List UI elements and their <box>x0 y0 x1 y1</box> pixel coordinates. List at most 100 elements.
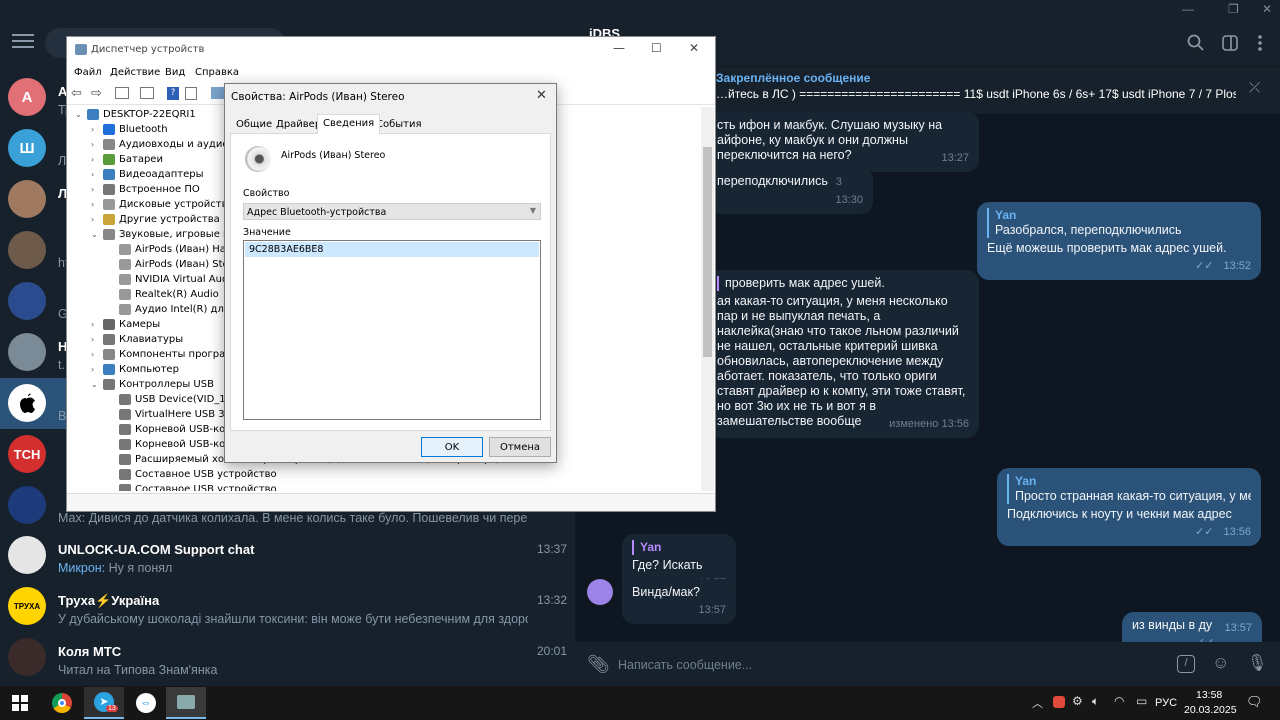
scrollbar-thumb[interactable] <box>703 147 712 357</box>
device-manager-app[interactable] <box>166 687 206 719</box>
expand-chevron-icon[interactable]: › <box>91 155 103 164</box>
message-bubble[interactable]: сть ифон и макбук. Слушаю музыку на айфо… <box>707 112 979 172</box>
collapse-chevron-icon[interactable]: ⌄ <box>75 110 87 119</box>
close-icon[interactable]: ✕ <box>536 88 547 103</box>
show-hidden-icons-icon[interactable]: ︿ <box>1032 695 1043 711</box>
expand-chevron-icon[interactable]: › <box>91 215 103 224</box>
device-tree-item[interactable]: › Камеры <box>91 317 160 332</box>
tab-details[interactable]: Сведения <box>317 114 381 134</box>
device-tree-item[interactable]: › Компьютер <box>91 362 179 377</box>
clock-time[interactable]: 13:58 <box>1196 689 1222 701</box>
message-bubble[interactable]: Yan Просто странная какая-то ситуация, у … <box>997 468 1261 546</box>
properties-view-icon[interactable] <box>115 87 129 99</box>
menu-item[interactable]: Файл <box>74 67 102 78</box>
telegram-app[interactable]: ➤ 13 <box>84 687 124 719</box>
hamburger-menu-icon[interactable] <box>12 34 34 50</box>
expand-chevron-icon[interactable]: › <box>91 200 103 209</box>
value-list[interactable]: 9C28B3AE6BE8 <box>243 240 541 420</box>
cancel-button[interactable]: Отмена <box>489 437 551 457</box>
maximize-icon[interactable]: ❐ <box>1228 2 1239 16</box>
message-bubble[interactable]: переподключились 3 13:30 <box>707 168 873 214</box>
menu-item[interactable]: Вид <box>165 67 185 78</box>
language-indicator[interactable]: РУС <box>1155 697 1177 709</box>
device-tree-item[interactable]: Составное USB устройство <box>107 467 277 482</box>
help-icon[interactable]: ? <box>167 87 179 100</box>
monitor-icon[interactable] <box>211 87 225 99</box>
teamviewer-app[interactable]: ⇔ <box>126 687 166 719</box>
expand-chevron-icon[interactable]: › <box>91 365 103 374</box>
device-tree-item[interactable]: › Батареи <box>91 152 163 167</box>
menu-item[interactable]: Справка <box>195 67 239 78</box>
device-tree-item[interactable]: › Клавиатуры <box>91 332 183 347</box>
expand-chevron-icon[interactable]: › <box>91 335 103 344</box>
emoji-icon[interactable]: ☺ <box>1212 653 1229 673</box>
expand-chevron-icon[interactable]: › <box>91 140 103 149</box>
ok-button[interactable]: OK <box>421 437 483 457</box>
reply-quote[interactable]: Yan <box>632 540 726 555</box>
more-options-icon[interactable] <box>1255 34 1265 52</box>
clock-date[interactable]: 20.03.2025 <box>1184 704 1237 716</box>
attach-icon[interactable]: 📎︎ <box>587 654 610 675</box>
device-icon <box>119 484 131 491</box>
device-tree-item[interactable]: ⌄ Контроллеры USB <box>91 377 214 392</box>
message-input[interactable]: Написать сообщение... <box>618 658 752 672</box>
collapse-chevron-icon[interactable]: ⌄ <box>91 380 103 389</box>
expand-chevron-icon[interactable]: › <box>91 320 103 329</box>
expand-chevron-icon[interactable]: › <box>91 170 103 179</box>
device-tree-item[interactable]: › Видеоадаптеры <box>91 167 203 182</box>
search-icon[interactable] <box>1187 34 1205 52</box>
forward-icon[interactable]: ⇨ <box>91 86 102 101</box>
minimize-icon[interactable]: — <box>1182 2 1194 16</box>
sender-avatar[interactable] <box>587 579 613 605</box>
message-text: ая какая-то ситуация, у меня несколько п… <box>717 294 966 428</box>
close-icon[interactable]: ✕ <box>1262 2 1272 16</box>
expand-chevron-icon[interactable]: › <box>91 185 103 194</box>
collapse-chevron-icon[interactable]: ⌄ <box>91 230 103 239</box>
reply-quote[interactable]: Yan Просто странная какая-то ситуация, у … <box>1007 474 1251 504</box>
device-tree-item[interactable]: Realtek(R) Audio <box>107 287 219 302</box>
battery-icon[interactable]: ▭ <box>1136 694 1147 708</box>
reply-count[interactable]: 3 <box>836 176 842 188</box>
back-icon[interactable]: ⇦ <box>71 86 82 101</box>
message-bubble[interactable]: Винда/мак? 13:57 <box>622 579 736 624</box>
message-bubble[interactable]: проверить мак адрес ушей. ая какая-то сит… <box>707 270 979 438</box>
list-view-icon[interactable] <box>140 87 154 99</box>
window-title: Диспетчер устройств <box>91 44 205 55</box>
start-button[interactable] <box>0 687 40 719</box>
chrome-icon <box>52 693 72 713</box>
device-label: Встроенное ПО <box>119 184 200 195</box>
expand-chevron-icon[interactable]: › <box>91 125 103 134</box>
sidebar-toggle-icon[interactable] <box>1221 34 1239 52</box>
message-bubble[interactable]: Yan Разобрался, переподключились Ещё можеш… <box>977 202 1261 280</box>
microphone-icon[interactable]: 🎙︎ <box>1247 653 1267 673</box>
property-select[interactable]: Адрес Bluetooth-устройства ▼ <box>243 203 541 220</box>
steam-icon[interactable]: ⚙︎ <box>1072 694 1083 708</box>
volume-icon[interactable]: 🔈︎ <box>1092 694 1099 709</box>
device-icon <box>119 469 131 480</box>
value-row-selected[interactable]: 9C28B3AE6BE8 <box>245 242 539 257</box>
notifications-icon[interactable]: 🗨︎ <box>1246 694 1263 710</box>
reply-quote[interactable]: проверить мак адрес ушей. <box>717 276 969 291</box>
device-tree-item[interactable]: › Встроенное ПО <box>91 182 200 197</box>
menu-item[interactable]: Действие <box>110 67 160 78</box>
chat-list-item[interactable]: Коля МТС Читал на Типова Знам'янка 20:01 <box>0 632 575 683</box>
tray-app-icon[interactable] <box>1053 696 1065 708</box>
device-tree-item[interactable]: › Bluetooth <box>91 122 168 137</box>
tree-scrollbar[interactable] <box>701 107 714 491</box>
expand-chevron-icon[interactable]: › <box>91 350 103 359</box>
chrome-app[interactable] <box>42 687 82 719</box>
pin-list-icon[interactable]: ⤫ <box>1249 79 1260 96</box>
device-tree-item[interactable]: ⌄ DESKTOP-22EQRI1 <box>75 107 196 122</box>
device-tree-item[interactable]: › Дисковые устройства <box>91 197 234 212</box>
close-icon[interactable]: ✕ <box>689 41 699 55</box>
commands-icon[interactable]: / <box>1177 655 1195 673</box>
reply-quote[interactable]: Yan Разобрался, переподключились <box>987 208 1251 238</box>
device-tree-item[interactable]: › Другие устройства <box>91 212 220 227</box>
scan-icon[interactable] <box>185 87 197 100</box>
chat-list-item[interactable]: ТРУХА Труха⚡Україна У дубайському шоколаді… <box>0 581 575 632</box>
device-tree-item[interactable]: Составное USB устройство <box>107 482 277 491</box>
maximize-icon[interactable]: ☐ <box>651 41 662 55</box>
chat-list-item[interactable]: UNLOCK-UA.COM Support chat Микрон: Ну я п… <box>0 530 575 581</box>
minimize-icon[interactable]: — <box>613 41 625 55</box>
wifi-icon[interactable]: ◠ <box>1114 694 1124 708</box>
